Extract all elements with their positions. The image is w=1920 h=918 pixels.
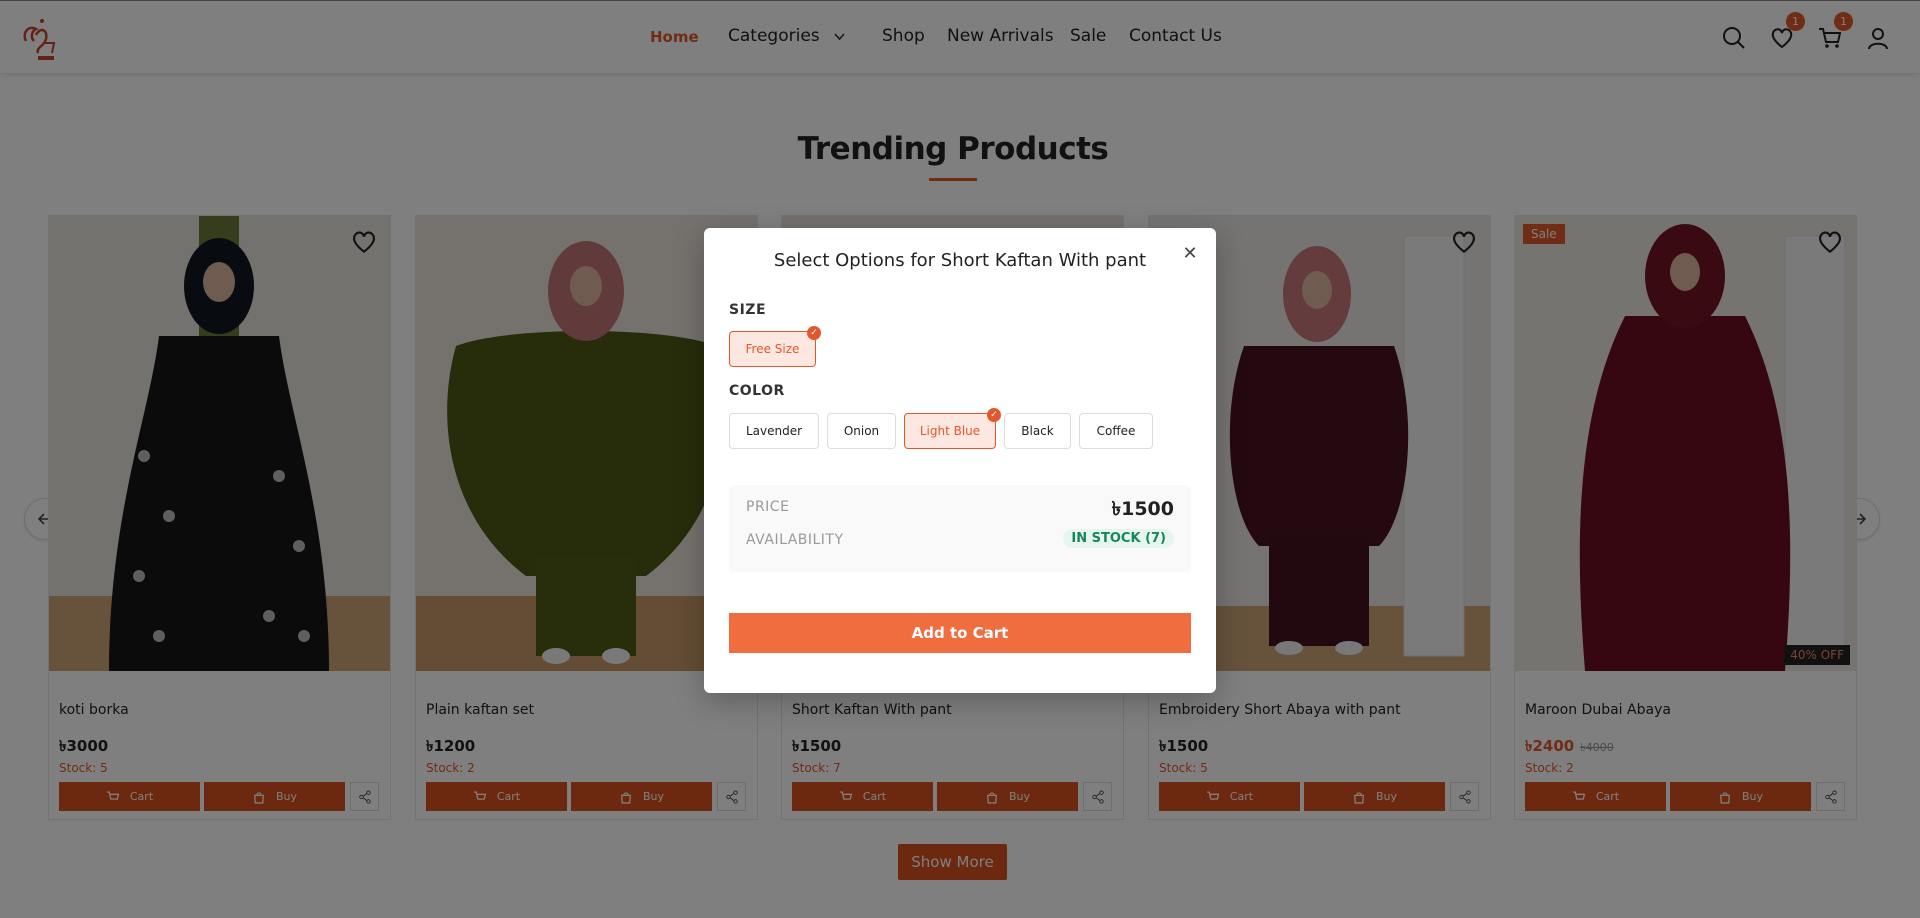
- close-icon[interactable]: ✕: [1180, 244, 1200, 264]
- check-icon: ✓: [807, 326, 821, 340]
- modal-price: ৳1500: [1111, 498, 1174, 520]
- check-icon: ✓: [987, 408, 1001, 422]
- size-label: SIZE: [729, 302, 767, 318]
- select-options-modal: Select Options for Short Kaftan With pan…: [704, 228, 1216, 693]
- size-option-free-size[interactable]: Free Size ✓: [729, 326, 821, 367]
- availability-status-badge: IN STOCK (7): [1063, 529, 1174, 548]
- color-option-black[interactable]: Black: [1004, 413, 1071, 449]
- availability-label: AVAILABILITY: [746, 532, 844, 548]
- color-option-light-blue[interactable]: Light Blue ✓: [904, 408, 1001, 449]
- price-availability-panel: PRICE ৳1500 AVAILABILITY IN STOCK (7): [729, 485, 1191, 572]
- color-option-onion[interactable]: Onion: [827, 413, 896, 449]
- size-option-label: Free Size: [745, 342, 800, 356]
- color-option-label: Light Blue: [919, 424, 981, 438]
- color-option-coffee[interactable]: Coffee: [1079, 413, 1153, 449]
- add-to-cart-button[interactable]: Add to Cart: [729, 613, 1191, 653]
- color-option-lavender[interactable]: Lavender: [729, 413, 819, 449]
- price-label: PRICE: [746, 499, 790, 515]
- modal-title: Select Options for Short Kaftan With pan…: [773, 250, 1147, 271]
- color-label: COLOR: [729, 383, 785, 399]
